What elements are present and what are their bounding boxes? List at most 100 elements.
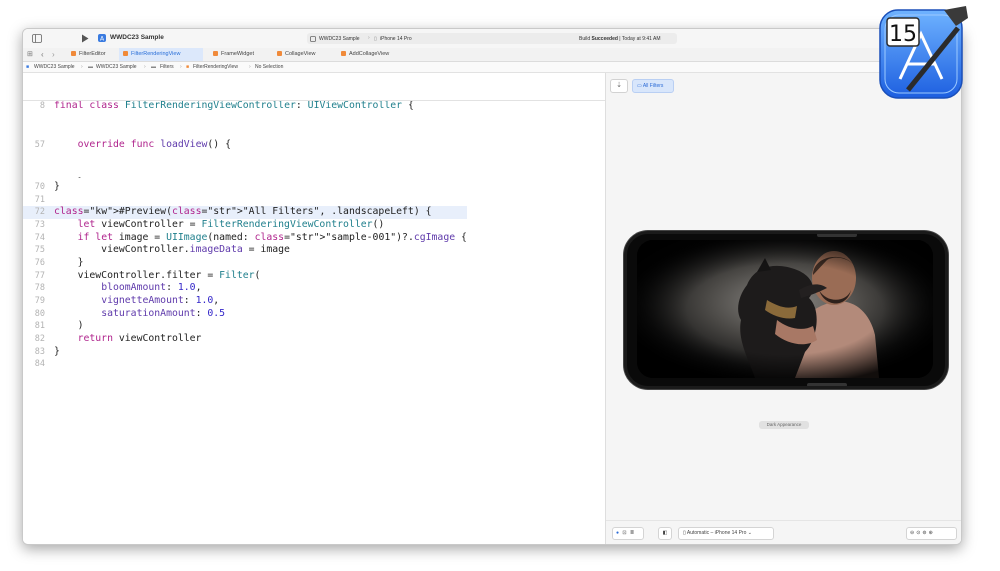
preview-mode-controls: ● ⊡ ≣ — [612, 527, 644, 540]
build-status-time: Today at 9:41 AM — [621, 35, 661, 42]
tab-framewidget[interactable]: FrameWidget — [209, 48, 273, 61]
grid-icon[interactable]: ⊞ — [27, 48, 33, 61]
line-number: 83 — [34, 346, 45, 357]
selectable-mode-icon[interactable]: ⊡ — [622, 530, 626, 536]
swift-file-icon: ■ — [186, 64, 190, 70]
iphone-preview[interactable] — [624, 231, 948, 389]
line-number: 74 — [34, 232, 45, 243]
toolbar: A WWDC23 Sample WWDC23 Sample › ▯ iPhone… — [23, 29, 961, 49]
code-text: let viewController = FilterRenderingView… — [77, 218, 385, 230]
variants-icon[interactable]: ≣ — [630, 530, 634, 536]
tab-label: FilterRenderingView — [131, 51, 181, 57]
swift-file-icon — [213, 50, 218, 56]
line-number: 79 — [34, 296, 45, 306]
device-selector-label: Automatic – iPhone 14 Pro — [686, 530, 747, 536]
breadcrumb-item[interactable]: WWDC23 Sample — [34, 62, 75, 72]
swift-file-icon — [277, 50, 282, 56]
activity-area: WWDC23 Sample › ▯ iPhone 14 Pro Build Su… — [307, 33, 677, 44]
back-icon[interactable]: ‹ — [41, 48, 44, 61]
code-line: 72 class="kw">#Preview(class="str">"All F… — [23, 206, 467, 219]
device-selector[interactable]: ▯ Automatic – iPhone 14 Pro ⌄ — [678, 527, 774, 540]
tab-label: FrameWidget — [221, 51, 255, 57]
sticky-header: 8 final class FilterRenderingViewControll… — [23, 75, 605, 177]
breadcrumb-item[interactable]: No Selection — [255, 62, 283, 72]
code-line: 78 bloomAmount: 1.0, — [23, 282, 467, 295]
line-number: 75 — [34, 245, 45, 256]
preview-canvas: ⇣ ▭ All Filters Dark Appearance ● ⊡ ≣ ◧ … — [606, 73, 961, 544]
code-line: 76 } — [23, 257, 467, 270]
code-line: 70} — [23, 181, 467, 194]
tab-label: CollageView — [285, 51, 316, 57]
sidebar-toggle-icon[interactable] — [32, 34, 42, 43]
destination-selector[interactable]: iPhone 14 Pro — [380, 36, 412, 42]
breadcrumb-item[interactable]: FilterRenderingView — [193, 62, 238, 72]
chevron-right-icon: › — [180, 64, 182, 70]
code-text: ) — [54, 320, 84, 332]
run-button-icon[interactable] — [81, 34, 89, 43]
code-line: 79 vignetteAmount: 1.0, — [23, 295, 467, 308]
code-line: 71 — [23, 194, 467, 207]
line-number: 8 — [39, 101, 45, 112]
line-number: 57 — [34, 139, 45, 150]
tab-addcollageview[interactable]: AddCollageView — [337, 48, 411, 61]
phone-icon: ▯ — [683, 530, 686, 536]
tab-filtereditor[interactable]: FilterEditor — [67, 48, 121, 61]
chevron-right-icon: › — [249, 64, 251, 70]
code-text: class="kw">#Preview(class="str">"All Fil… — [54, 206, 432, 218]
breadcrumb-item[interactable]: Filters — [160, 62, 174, 72]
swift-file-icon — [123, 50, 128, 56]
device-settings-icon[interactable]: ◧ — [658, 527, 672, 540]
folder-icon: ▬ — [88, 64, 93, 70]
code-text: final class FilterRenderingViewControlle… — [54, 100, 414, 112]
swift-file-icon — [341, 50, 346, 56]
zoom-in-icon[interactable]: ⊕ — [929, 530, 935, 536]
preview-tab-label: All Filters — [642, 83, 664, 89]
chevron-right-icon: › — [81, 64, 83, 70]
line-number: 81 — [34, 321, 45, 332]
appearance-badge: Dark Appearance — [759, 421, 809, 429]
code-text: vignetteAmount: 1.0, — [101, 295, 220, 306]
code-line: 8 final class FilterRenderingViewControll… — [23, 100, 605, 113]
source-editor[interactable]: 8 final class FilterRenderingViewControll… — [23, 73, 606, 544]
code-line: 74 if let image = UIImage(named: class="… — [23, 232, 467, 245]
line-number: 77 — [34, 270, 45, 281]
chevron-updown-icon: ⌄ — [747, 530, 752, 536]
version-number: 15 — [889, 22, 917, 47]
line-number: 72 — [34, 207, 45, 218]
photo-man-and-dog — [637, 240, 933, 378]
code-line: 84 — [23, 358, 467, 371]
tab-label: AddCollageView — [349, 51, 390, 57]
line-number: 78 — [34, 283, 45, 294]
code-line: 83} — [23, 346, 467, 359]
tab-filterrenderingview[interactable]: FilterRenderingView — [119, 48, 203, 61]
tab-collageview[interactable]: CollageView — [273, 48, 337, 61]
breadcrumb-item[interactable]: WWDC23 Sample — [96, 62, 137, 72]
code-line: 80 saturationAmount: 0.5 — [23, 308, 467, 321]
chevron-right-icon: › — [368, 35, 370, 41]
chevron-right-icon: › — [144, 64, 146, 70]
scheme-icon — [310, 35, 316, 42]
pin-icon[interactable]: ⇣ — [610, 79, 628, 93]
code-text: } — [54, 256, 84, 268]
code-text: saturationAmount: 0.5 — [101, 307, 226, 319]
sticky-divider — [23, 100, 605, 101]
side-button — [817, 234, 857, 237]
code-line: 73 let viewController = FilterRenderingV… — [23, 219, 467, 232]
tab-all-filters[interactable]: ▭ All Filters — [632, 79, 674, 93]
phone-icon: ▯ — [374, 35, 377, 42]
preview-screen — [637, 240, 933, 378]
code-text: } — [54, 180, 60, 192]
code-text: override func loadView() { — [77, 138, 231, 150]
tab-label: FilterEditor — [79, 51, 106, 57]
forward-icon[interactable]: › — [52, 48, 55, 61]
app-icon: A — [98, 34, 106, 42]
live-mode-icon[interactable]: ● — [616, 530, 619, 536]
scheme-selector[interactable]: WWDC23 Sample — [319, 36, 360, 42]
line-number: 76 — [34, 257, 45, 268]
swift-file-icon — [71, 50, 76, 56]
code-line: 82 return viewController — [23, 333, 467, 346]
code-text: return viewController — [77, 333, 202, 345]
line-number: 71 — [34, 194, 45, 205]
code-line: 77 viewController.filter = Filter( — [23, 270, 467, 283]
line-number: 82 — [34, 334, 45, 345]
